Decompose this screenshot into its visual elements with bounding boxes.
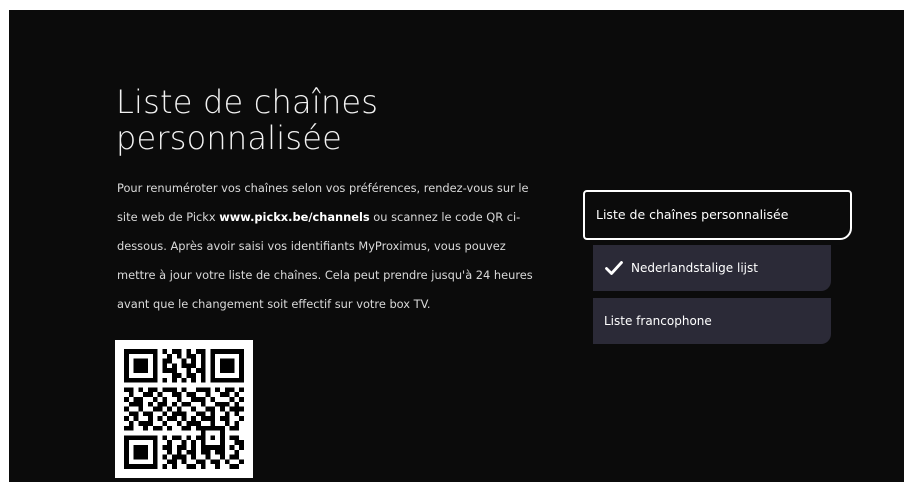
option-label: Liste francophone (604, 314, 712, 328)
description-text: Pour renuméroter vos chaînes selon vos p… (117, 174, 547, 319)
checkmark-icon (605, 261, 623, 275)
channel-list-header-label: Liste de chaînes personnalisée (596, 207, 789, 222)
option-liste-francophone[interactable]: Liste francophone (593, 298, 831, 344)
qr-code-icon (115, 340, 253, 478)
option-nederlandstalige-lijst[interactable]: Nederlandstalige lijst (593, 245, 831, 291)
page-title-line1: Liste de chaînes (116, 83, 379, 121)
page-title-line2: personnalisée (116, 119, 343, 157)
page-title: Liste de chaînes personnalisée (116, 84, 476, 156)
channel-list-header-button[interactable]: Liste de chaînes personnalisée (583, 190, 852, 240)
tv-screen: Liste de chaînes personnalisée Pour renu… (9, 10, 904, 482)
description-part2: ou scannez le code QR ci-dessous. Après … (117, 210, 533, 311)
option-label: Nederlandstalige lijst (631, 261, 758, 275)
qr-code-graphic (124, 349, 244, 469)
pickx-url: www.pickx.be/channels (219, 210, 370, 224)
